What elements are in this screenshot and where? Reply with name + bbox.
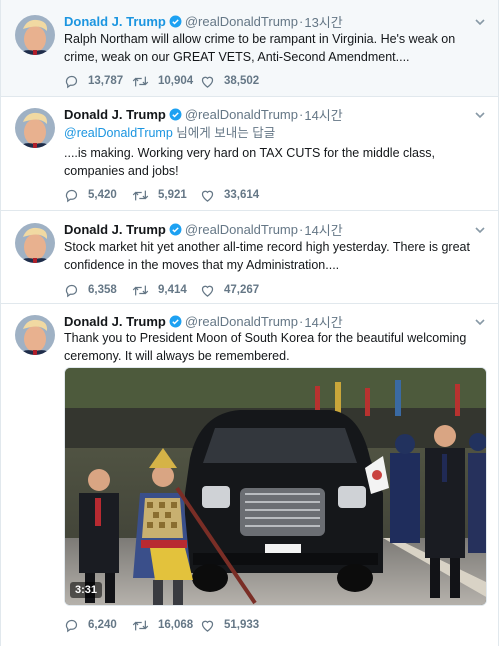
reply-button[interactable]: 6,240 bbox=[64, 618, 132, 633]
retweet-count: 10,904 bbox=[158, 75, 194, 87]
reply-icon bbox=[65, 189, 78, 202]
tweet-actions: 6,240 16,068 51,933 bbox=[64, 617, 268, 633]
timestamp[interactable]: 14시간 bbox=[304, 105, 342, 124]
tweet-header: Donald J. Trump @realDonaldTrump · 14시간 bbox=[64, 106, 468, 123]
reply-to-handle[interactable]: @realDonaldTrump bbox=[64, 126, 173, 140]
heart-icon bbox=[201, 76, 214, 88]
heart-icon bbox=[201, 285, 214, 297]
reply-icon bbox=[65, 75, 78, 88]
tweet-text: Thank you to President Moon of South Kor… bbox=[64, 331, 467, 363]
chevron-down-icon[interactable] bbox=[474, 316, 486, 328]
tweet-header: Donald J. Trump @realDonaldTrump · 13시간 bbox=[64, 13, 468, 30]
avatar[interactable] bbox=[15, 315, 55, 355]
separator: · bbox=[299, 314, 304, 329]
heart-icon bbox=[201, 620, 214, 632]
author-handle[interactable]: @realDonaldTrump bbox=[185, 14, 298, 29]
timeline-feed: Donald J. Trump @realDonaldTrump · 13시간 … bbox=[0, 0, 499, 646]
tweet-actions: 5,420 5,921 33,614 bbox=[64, 187, 268, 203]
author-handle[interactable]: @realDonaldTrump bbox=[185, 222, 298, 237]
reply-button[interactable]: 6,358 bbox=[64, 283, 132, 298]
retweet-count: 9,414 bbox=[158, 284, 187, 296]
chevron-down-icon[interactable] bbox=[474, 16, 486, 28]
retweet-button[interactable]: 9,414 bbox=[132, 283, 200, 298]
timestamp[interactable]: 13시간 bbox=[304, 12, 342, 31]
retweet-icon bbox=[132, 190, 149, 200]
separator: · bbox=[299, 107, 304, 122]
reply-context: @realDonaldTrump 님에게 보내는 답글 bbox=[64, 124, 486, 142]
reply-to-suffix: 님에게 보내는 답글 bbox=[172, 126, 276, 140]
separator: · bbox=[299, 222, 304, 237]
tweet[interactable]: Donald J. Trump @realDonaldTrump · 14시간 … bbox=[1, 304, 498, 646]
avatar[interactable] bbox=[15, 108, 55, 148]
tweet-actions: 13,787 10,904 38,502 bbox=[64, 73, 268, 89]
like-button[interactable]: 51,933 bbox=[200, 618, 268, 633]
tweet[interactable]: Donald J. Trump @realDonaldTrump · 14시간 … bbox=[1, 211, 498, 304]
tweet[interactable]: Donald J. Trump @realDonaldTrump · 13시간 … bbox=[1, 0, 498, 97]
author-name[interactable]: Donald J. Trump bbox=[64, 107, 166, 122]
separator: · bbox=[299, 14, 304, 29]
retweet-icon bbox=[132, 285, 149, 295]
like-count: 33,614 bbox=[224, 189, 260, 201]
like-button[interactable]: 47,267 bbox=[200, 283, 268, 298]
avatar[interactable] bbox=[15, 15, 55, 55]
reply-count: 6,358 bbox=[88, 284, 117, 296]
like-count: 47,267 bbox=[224, 284, 260, 296]
retweet-button[interactable]: 16,068 bbox=[132, 618, 200, 633]
reply-button[interactable]: 5,420 bbox=[64, 188, 132, 203]
verified-badge-icon bbox=[169, 223, 182, 236]
video-player[interactable]: 3:31 bbox=[64, 367, 487, 606]
verified-badge-icon bbox=[169, 315, 182, 328]
tweet-header: Donald J. Trump @realDonaldTrump · 14시간 bbox=[64, 313, 468, 330]
retweet-count: 16,068 bbox=[158, 619, 194, 631]
heart-icon bbox=[201, 190, 214, 202]
like-button[interactable]: 38,502 bbox=[200, 74, 268, 89]
reply-icon bbox=[65, 284, 78, 297]
like-count: 51,933 bbox=[224, 619, 260, 631]
avatar[interactable] bbox=[15, 223, 55, 263]
chevron-down-icon[interactable] bbox=[474, 224, 486, 236]
author-name[interactable]: Donald J. Trump bbox=[64, 14, 166, 29]
reply-button[interactable]: 13,787 bbox=[64, 74, 132, 89]
author-name[interactable]: Donald J. Trump bbox=[64, 314, 166, 329]
reply-count: 13,787 bbox=[88, 75, 124, 87]
tweet-text: Stock market hit yet another all-time re… bbox=[64, 240, 470, 272]
retweet-button[interactable]: 5,921 bbox=[132, 188, 200, 203]
reply-icon bbox=[65, 619, 78, 632]
tweet-text: ....is making. Working very hard on TAX … bbox=[64, 146, 435, 178]
timestamp[interactable]: 14시간 bbox=[304, 220, 342, 239]
retweet-count: 5,921 bbox=[158, 189, 187, 201]
like-count: 38,502 bbox=[224, 75, 260, 87]
tweet-header: Donald J. Trump @realDonaldTrump · 14시간 bbox=[64, 221, 468, 238]
like-button[interactable]: 33,614 bbox=[200, 188, 268, 203]
retweet-icon bbox=[132, 620, 149, 630]
tweet-text: Ralph Northam will allow crime to be ram… bbox=[64, 32, 456, 64]
reply-count: 6,240 bbox=[88, 619, 117, 631]
retweet-icon bbox=[132, 76, 149, 86]
verified-badge-icon bbox=[169, 15, 182, 28]
tweet-actions: 6,358 9,414 47,267 bbox=[64, 282, 268, 298]
video-thumbnail bbox=[65, 368, 486, 605]
video-duration: 3:31 bbox=[70, 582, 103, 598]
tweet[interactable]: Donald J. Trump @realDonaldTrump · 14시간 … bbox=[1, 97, 498, 211]
verified-badge-icon bbox=[169, 108, 182, 121]
author-name[interactable]: Donald J. Trump bbox=[64, 222, 166, 237]
retweet-button[interactable]: 10,904 bbox=[132, 74, 200, 89]
author-handle[interactable]: @realDonaldTrump bbox=[185, 107, 298, 122]
chevron-down-icon[interactable] bbox=[474, 109, 486, 121]
author-handle[interactable]: @realDonaldTrump bbox=[185, 314, 298, 329]
reply-count: 5,420 bbox=[88, 189, 117, 201]
